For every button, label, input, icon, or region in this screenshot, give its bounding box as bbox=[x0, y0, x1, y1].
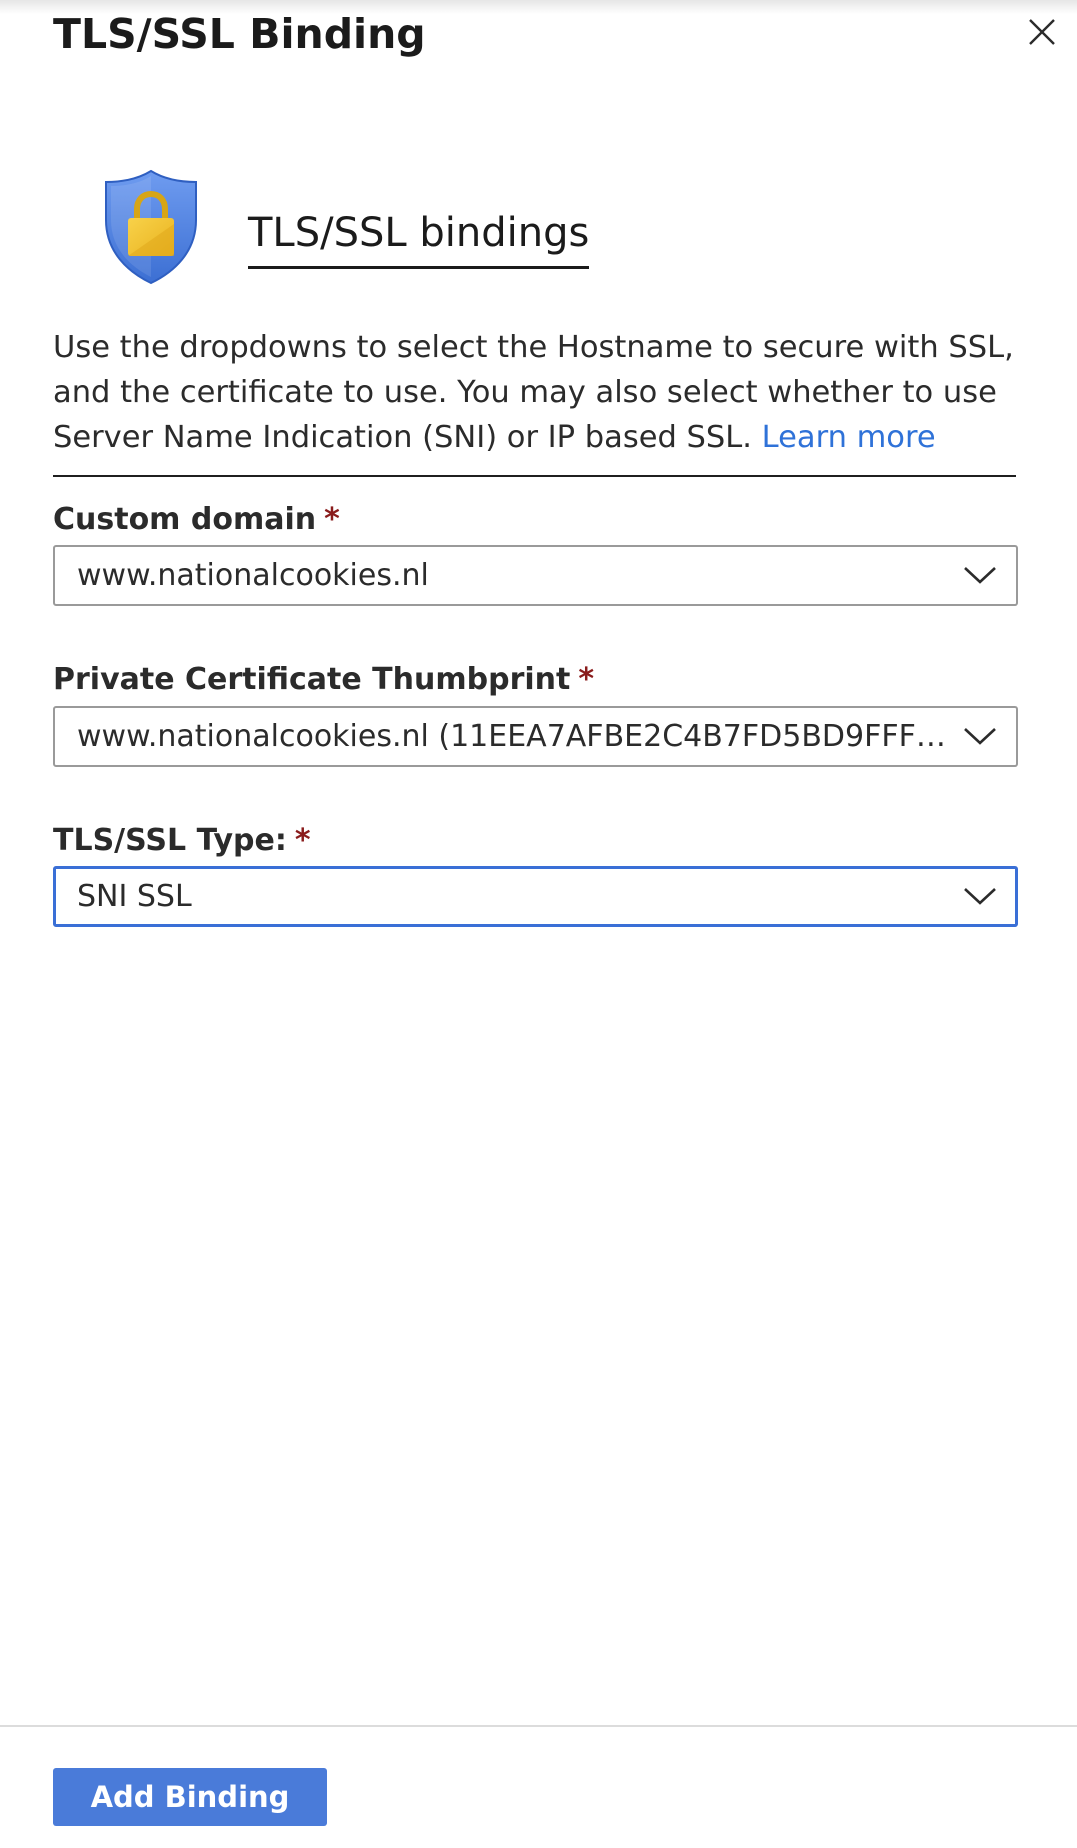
blade-title: TLS/SSL Binding bbox=[53, 10, 426, 58]
certificate-label: Private Certificate Thumbprint * bbox=[53, 660, 594, 700]
certificate-thumbprint-value: www.nationalcookies.nl (11EEA7AFBE2C4B7F… bbox=[77, 719, 952, 754]
required-indicator: * bbox=[294, 823, 311, 858]
required-indicator: * bbox=[324, 502, 340, 537]
divider bbox=[53, 475, 1016, 477]
learn-more-link[interactable]: Learn more bbox=[762, 420, 936, 455]
ssl-type-value: SNI SSL bbox=[77, 879, 192, 914]
close-button[interactable] bbox=[1022, 12, 1062, 52]
certificate-label-text: Private Certificate Thumbprint bbox=[53, 662, 571, 697]
chevron-down-icon bbox=[964, 728, 996, 745]
custom-domain-label-text: Custom domain bbox=[53, 502, 317, 537]
required-indicator: * bbox=[578, 662, 595, 697]
section-heading: TLS/SSL bindings bbox=[248, 206, 590, 269]
close-icon bbox=[1029, 19, 1055, 45]
footer-divider bbox=[0, 1725, 1077, 1727]
ssl-type-label: TLS/SSL Type: * bbox=[53, 821, 311, 861]
description-text: Use the dropdowns to select the Hostname… bbox=[53, 325, 1018, 460]
ssl-type-dropdown[interactable]: SNI SSL bbox=[53, 866, 1018, 927]
custom-domain-value: www.nationalcookies.nl bbox=[77, 558, 429, 593]
shield-lock-icon bbox=[100, 168, 202, 286]
ssl-type-label-text: TLS/SSL Type: bbox=[53, 823, 287, 858]
custom-domain-dropdown[interactable]: www.nationalcookies.nl bbox=[53, 545, 1018, 606]
certificate-thumbprint-dropdown[interactable]: www.nationalcookies.nl (11EEA7AFBE2C4B7F… bbox=[53, 706, 1018, 767]
add-binding-button[interactable]: Add Binding bbox=[53, 1768, 327, 1826]
chevron-down-icon bbox=[964, 888, 996, 905]
custom-domain-label: Custom domain * bbox=[53, 500, 340, 540]
chevron-down-icon bbox=[964, 567, 996, 584]
